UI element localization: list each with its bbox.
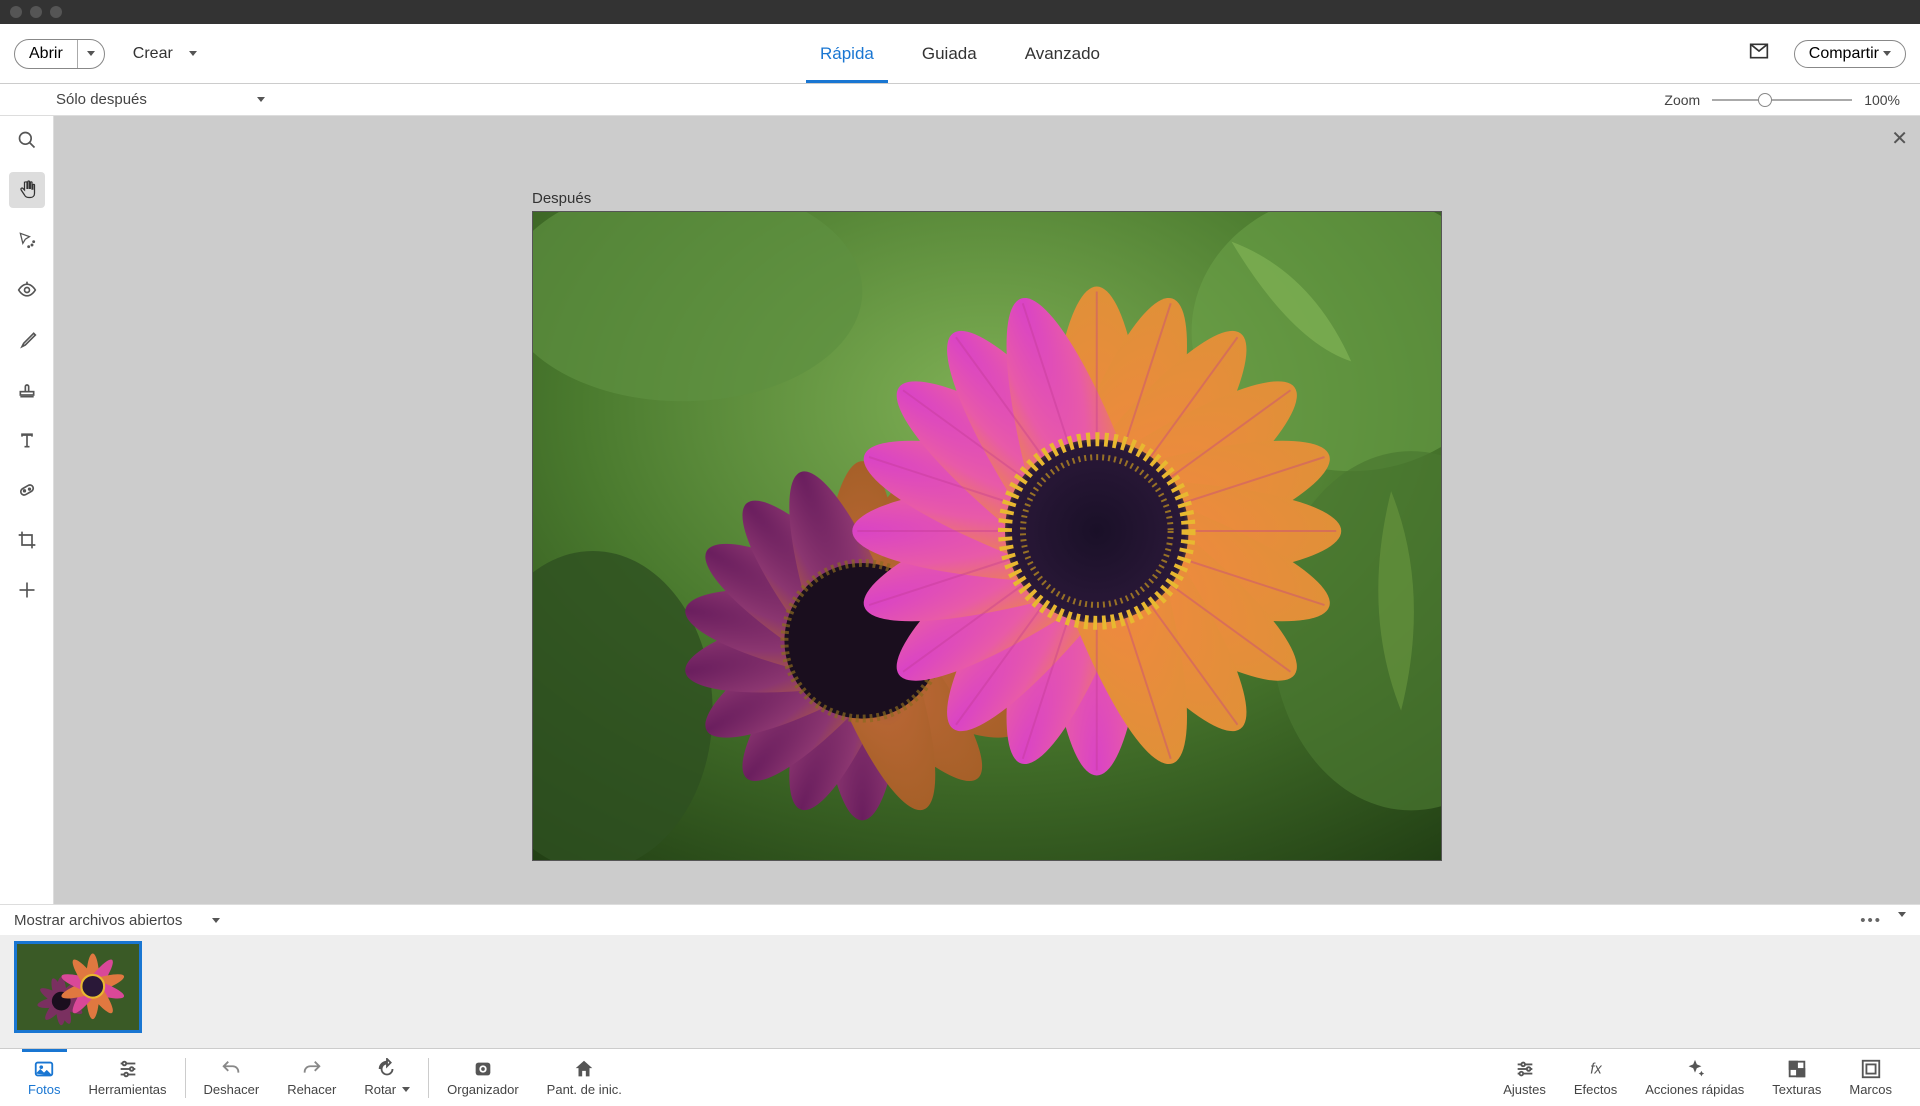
canvas-caption: Después xyxy=(532,190,1442,207)
tab-avanzado[interactable]: Avanzado xyxy=(1025,24,1100,83)
files-header: Mostrar archivos abiertos ••• xyxy=(0,905,1920,935)
undo-button[interactable]: Deshacer xyxy=(190,1049,274,1106)
image-canvas[interactable] xyxy=(532,211,1442,861)
bottom-tools-label: Herramientas xyxy=(89,1082,167,1097)
bottom-bar: Fotos Herramientas Deshacer Rehacer Rota… xyxy=(0,1048,1920,1106)
traffic-light-min[interactable] xyxy=(30,6,42,18)
chevron-down-icon[interactable] xyxy=(212,918,220,923)
share-button[interactable]: Compartir xyxy=(1794,40,1906,68)
files-header-label: Mostrar archivos abiertos xyxy=(14,912,182,929)
rotate-label: Rotar xyxy=(364,1082,396,1097)
bottom-tools[interactable]: Herramientas xyxy=(75,1049,181,1106)
home-label: Pant. de inic. xyxy=(547,1082,622,1097)
tool-column xyxy=(0,116,54,904)
zoom-controls: Zoom 100% xyxy=(1664,92,1920,108)
bottom-photos[interactable]: Fotos xyxy=(14,1049,75,1106)
quick-select-tool[interactable] xyxy=(9,222,45,258)
zoom-label: Zoom xyxy=(1664,92,1700,108)
adjust-label: Ajustes xyxy=(1503,1082,1546,1097)
more-icon[interactable]: ••• xyxy=(1860,912,1882,929)
sub-toolbar: Sólo después Zoom 100% xyxy=(0,84,1920,116)
view-mode-label: Sólo después xyxy=(56,91,147,108)
eye-tool[interactable] xyxy=(9,272,45,308)
create-label: Crear xyxy=(133,45,173,63)
chevron-down-icon xyxy=(189,51,197,56)
top-toolbar: Abrir Crear Rápida Guiada Avanzado Compa… xyxy=(0,24,1920,84)
create-button[interactable]: Crear xyxy=(133,45,197,63)
organizer-button[interactable]: Organizador xyxy=(433,1049,533,1106)
canvas-wrapper: Después xyxy=(532,190,1442,866)
effects-label: Efectos xyxy=(1574,1082,1617,1097)
text-tool[interactable] xyxy=(9,422,45,458)
files-panel: Mostrar archivos abiertos ••• xyxy=(0,904,1920,1048)
chevron-down-icon xyxy=(1883,51,1891,56)
undo-label: Deshacer xyxy=(204,1082,260,1097)
view-mode-dropdown[interactable]: Sólo después xyxy=(56,91,265,108)
open-dropdown[interactable] xyxy=(78,51,104,56)
thumbnail-strip xyxy=(0,935,1920,1048)
zoom-slider[interactable] xyxy=(1712,99,1852,101)
home-button[interactable]: Pant. de inic. xyxy=(533,1049,636,1106)
main-area: ✕ Después xyxy=(0,116,1920,904)
quick-actions-button[interactable]: Acciones rápidas xyxy=(1631,1049,1758,1106)
file-thumbnail[interactable] xyxy=(14,941,142,1033)
tab-rapida[interactable]: Rápida xyxy=(820,24,874,83)
traffic-light-close[interactable] xyxy=(10,6,22,18)
effects-button[interactable]: fx Efectos xyxy=(1560,1049,1631,1106)
stamp-tool[interactable] xyxy=(9,372,45,408)
share-label: Compartir xyxy=(1809,45,1879,63)
bottom-photos-label: Fotos xyxy=(28,1082,61,1097)
separator xyxy=(185,1058,186,1098)
hand-tool[interactable] xyxy=(9,172,45,208)
close-icon[interactable]: ✕ xyxy=(1891,126,1908,151)
tab-guiada[interactable]: Guiada xyxy=(922,24,977,83)
organizer-label: Organizador xyxy=(447,1082,519,1097)
chevron-down-icon xyxy=(402,1087,410,1092)
redo-label: Rehacer xyxy=(287,1082,336,1097)
redo-button[interactable]: Rehacer xyxy=(273,1049,350,1106)
open-button[interactable]: Abrir xyxy=(15,40,78,68)
frames-label: Marcos xyxy=(1849,1082,1892,1097)
rotate-button[interactable]: Rotar xyxy=(350,1049,424,1106)
chevron-down-icon xyxy=(257,97,265,102)
separator xyxy=(428,1058,429,1098)
svg-text:fx: fx xyxy=(1590,1062,1602,1078)
spot-heal-tool[interactable] xyxy=(9,472,45,508)
adjust-button[interactable]: Ajustes xyxy=(1489,1049,1560,1106)
zoom-tool[interactable] xyxy=(9,122,45,158)
textures-button[interactable]: Texturas xyxy=(1758,1049,1835,1106)
window-titlebar xyxy=(0,0,1920,24)
collapse-icon[interactable] xyxy=(1898,912,1906,917)
mail-icon[interactable] xyxy=(1746,41,1772,67)
move-tool[interactable] xyxy=(9,572,45,608)
open-button-group: Abrir xyxy=(14,39,105,69)
textures-label: Texturas xyxy=(1772,1082,1821,1097)
brush-tool[interactable] xyxy=(9,322,45,358)
quick-actions-label: Acciones rápidas xyxy=(1645,1082,1744,1097)
mode-tabs: Rápida Guiada Avanzado xyxy=(820,24,1100,83)
zoom-value: 100% xyxy=(1864,92,1900,108)
crop-tool[interactable] xyxy=(9,522,45,558)
frames-button[interactable]: Marcos xyxy=(1835,1049,1906,1106)
traffic-light-max[interactable] xyxy=(50,6,62,18)
canvas-area: ✕ Después xyxy=(54,116,1920,904)
